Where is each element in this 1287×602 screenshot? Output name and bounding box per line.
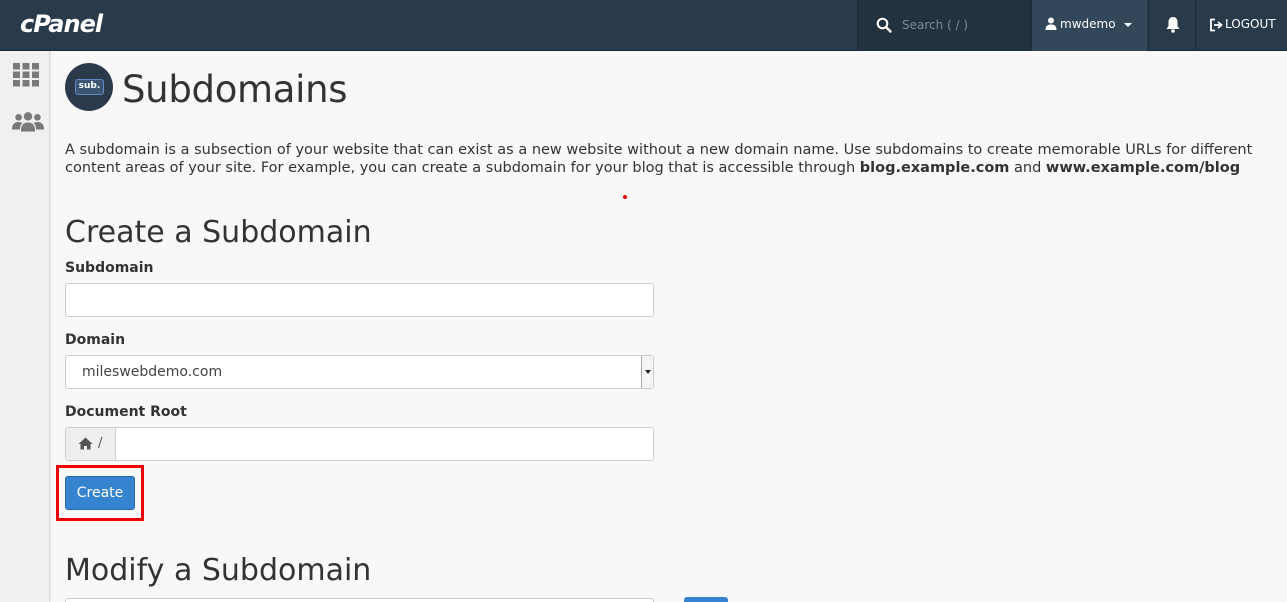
create-button[interactable]: Create	[65, 476, 135, 510]
users-icon[interactable]	[11, 110, 45, 134]
search-subdomains-input[interactable]	[65, 598, 654, 602]
notifications-button[interactable]	[1148, 0, 1196, 51]
document-root-slash: /	[98, 436, 103, 451]
search-subdomains-button[interactable]	[684, 597, 728, 602]
dropdown-arrow-icon	[641, 356, 653, 388]
main-content: sub. Subdomains A subdomain is a subsect…	[50, 51, 1287, 602]
username-label: mwdemo	[1060, 17, 1116, 31]
description-example-2: www.example.com/blog	[1045, 160, 1241, 176]
subdomain-input[interactable]	[65, 283, 654, 317]
domain-selected-value: mileswebdemo.com	[82, 364, 223, 380]
document-root-field: /	[65, 427, 654, 461]
logout-icon	[1210, 18, 1223, 32]
home-icon	[78, 437, 93, 450]
subdomains-app-icon: sub.	[65, 63, 113, 111]
page-title: Subdomains	[122, 68, 348, 111]
subdomains-icon-label: sub.	[75, 79, 104, 95]
sidebar	[0, 51, 50, 602]
annotation-dot	[623, 195, 627, 199]
grid-icon[interactable]	[11, 62, 41, 88]
document-root-input[interactable]	[117, 428, 652, 460]
logout-button[interactable]: LOGOUT	[1197, 0, 1287, 51]
document-root-prefix: /	[66, 428, 116, 460]
search-input[interactable]	[902, 14, 1022, 36]
top-navbar: cPanel mwdemo LOGOUT	[0, 0, 1287, 51]
page-description: A subdomain is a subsection of your webs…	[65, 141, 1270, 177]
bell-icon	[1166, 17, 1180, 33]
subdomain-label: Subdomain	[65, 260, 154, 276]
description-and: and	[1009, 160, 1046, 176]
user-icon	[1045, 17, 1057, 30]
document-root-label: Document Root	[65, 404, 187, 420]
cpanel-logo[interactable]: cPanel	[20, 8, 103, 40]
logout-label: LOGOUT	[1225, 17, 1276, 31]
domain-label: Domain	[65, 332, 126, 348]
search-box[interactable]	[857, 0, 1032, 51]
domain-select[interactable]: mileswebdemo.com	[65, 355, 654, 389]
create-subdomain-heading: Create a Subdomain	[65, 215, 372, 250]
chevron-down-icon	[1124, 23, 1132, 27]
modify-subdomain-heading: Modify a Subdomain	[65, 553, 372, 588]
user-menu[interactable]: mwdemo	[1032, 0, 1147, 51]
description-example-1: blog.example.com	[859, 160, 1010, 176]
search-icon	[876, 17, 892, 33]
